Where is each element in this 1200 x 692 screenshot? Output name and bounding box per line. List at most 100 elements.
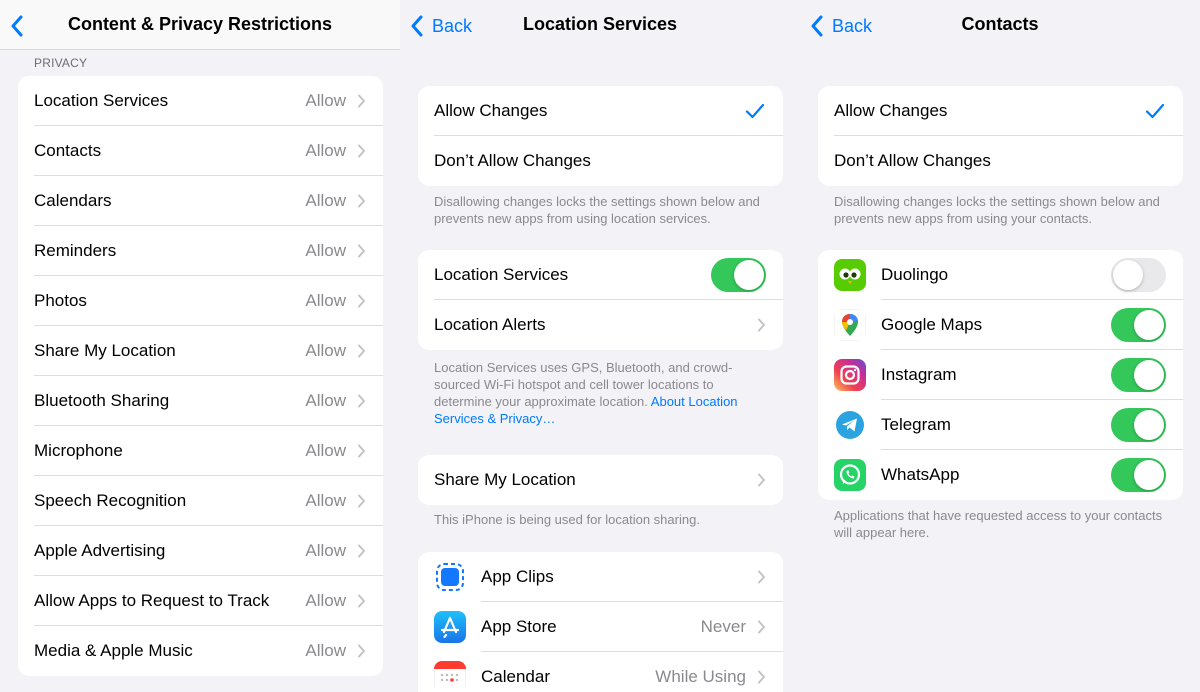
chevron-right-icon: [758, 318, 765, 332]
chevron-right-icon: [358, 594, 365, 608]
calendar-icon: [434, 661, 466, 692]
chevron-right-icon: [358, 294, 365, 308]
row-value: Allow: [305, 591, 346, 610]
page-title: Contacts: [961, 14, 1039, 34]
row-label: Share My Location: [434, 470, 576, 489]
chevron-right-icon: [758, 670, 765, 684]
row-label: Location Alerts: [434, 315, 546, 334]
page-title: Content & Privacy Restrictions: [67, 14, 333, 34]
page-title: Location Services: [522, 14, 678, 34]
row-value: Allow: [305, 291, 346, 310]
chevron-right-icon: [358, 144, 365, 158]
row-label: Google Maps: [881, 315, 983, 334]
row-value: Allow: [305, 191, 346, 210]
instagram-toggle[interactable]: [1111, 358, 1166, 392]
location-footnote: Location Services uses GPS, Bluetooth, a…: [434, 359, 764, 427]
row-label: Location Services: [434, 265, 569, 284]
option-allow-changes[interactable]: Allow Changes: [818, 86, 1183, 136]
changes-options: Allow Changes Don’t Allow Changes: [418, 86, 783, 186]
row-value: Allow: [305, 641, 346, 660]
row-label: Allow Changes: [434, 101, 548, 120]
chevron-right-icon: [358, 244, 365, 258]
option-dont-allow-changes[interactable]: Don’t Allow Changes: [818, 136, 1183, 186]
privacy-row-location-services[interactable]: Location Services Allow: [18, 76, 383, 126]
changes-footnote: Disallowing changes locks the settings s…: [834, 194, 1160, 226]
row-label: App Clips: [481, 567, 554, 586]
app-row-whatsapp: WhatsApp: [818, 450, 1183, 500]
privacy-row-microphone[interactable]: Microphone Allow: [18, 426, 383, 476]
contacts-app-list: Duolingo Google Maps Instagram Telegram …: [818, 250, 1183, 500]
row-label: Bluetooth Sharing: [34, 391, 170, 410]
row-value: While Using: [655, 667, 746, 686]
row-value: Allow: [305, 91, 346, 110]
app-location-list: App Clips App Store Never Calendar While U…: [418, 552, 783, 692]
row-label: Photos: [34, 291, 87, 310]
privacy-row-calendars[interactable]: Calendars Allow: [18, 176, 383, 226]
option-allow-changes[interactable]: Allow Changes: [418, 86, 783, 136]
chevron-right-icon: [358, 94, 365, 108]
content-privacy-panel: Content & Privacy Restrictions PRIVACY L…: [0, 0, 400, 692]
row-label: Microphone: [34, 441, 123, 460]
row-label: Instagram: [881, 365, 957, 384]
location-services-toggle[interactable]: [711, 258, 766, 292]
row-label: Contacts: [34, 141, 102, 160]
whatsapp-icon: [834, 459, 866, 491]
chevron-right-icon: [358, 494, 365, 508]
app-row-duolingo: Duolingo: [818, 250, 1183, 300]
privacy-row-apple-advertising[interactable]: Apple Advertising Allow: [18, 526, 383, 576]
location-settings: Location Services Location Alerts: [418, 250, 783, 350]
changes-footnote: Disallowing changes locks the settings s…: [434, 194, 760, 226]
chevron-right-icon: [358, 544, 365, 558]
privacy-row-request-to-track[interactable]: Allow Apps to Request to Track Allow: [18, 576, 383, 626]
app-row-app-store[interactable]: App Store Never: [418, 602, 783, 652]
row-value: Allow: [305, 541, 346, 560]
duolingo-icon: [834, 259, 866, 291]
nav-bar: Content & Privacy Restrictions: [0, 0, 400, 50]
privacy-row-share-my-location[interactable]: Share My Location Allow: [18, 326, 383, 376]
row-label: Calendars: [34, 191, 112, 210]
privacy-row-photos[interactable]: Photos Allow: [18, 276, 383, 326]
telegram-icon: [834, 409, 866, 441]
privacy-row-reminders[interactable]: Reminders Allow: [18, 226, 383, 276]
app-row-calendar[interactable]: Calendar While Using: [418, 652, 783, 692]
row-value: Allow: [305, 141, 346, 160]
app-row-app-clips[interactable]: App Clips: [418, 552, 783, 602]
chevron-right-icon: [358, 644, 365, 658]
row-label: Share My Location: [34, 341, 176, 360]
duolingo-toggle[interactable]: [1111, 258, 1166, 292]
app-row-google-maps: Google Maps: [818, 300, 1183, 350]
checkmark-icon: [1145, 103, 1165, 119]
row-label: Allow Apps to Request to Track: [34, 591, 270, 610]
telegram-toggle[interactable]: [1111, 408, 1166, 442]
location-alerts-row[interactable]: Location Alerts: [418, 300, 783, 350]
privacy-row-speech-recognition[interactable]: Speech Recognition Allow: [18, 476, 383, 526]
app-clips-icon: [434, 561, 466, 593]
row-value: Allow: [305, 241, 346, 260]
chevron-right-icon: [758, 570, 765, 584]
row-label: Don’t Allow Changes: [434, 151, 591, 170]
share-my-location-row[interactable]: Share My Location: [418, 455, 783, 505]
privacy-row-media-apple-music[interactable]: Media & Apple Music Allow: [18, 626, 383, 676]
row-value: Allow: [305, 491, 346, 510]
location-services-row: Location Services: [418, 250, 783, 300]
location-services-panel: Back Location Services Allow Changes Don…: [400, 0, 800, 692]
privacy-row-bluetooth-sharing[interactable]: Bluetooth Sharing Allow: [18, 376, 383, 426]
chevron-right-icon: [358, 194, 365, 208]
google-maps-toggle[interactable]: [1111, 308, 1166, 342]
privacy-row-contacts[interactable]: Contacts Allow: [18, 126, 383, 176]
row-value: Allow: [305, 441, 346, 460]
google-maps-icon: [834, 309, 866, 341]
checkmark-icon: [745, 103, 765, 119]
row-label: Duolingo: [881, 265, 949, 284]
whatsapp-toggle[interactable]: [1111, 458, 1166, 492]
contacts-panel: Back Contacts Allow Changes Don’t Allow …: [800, 0, 1200, 692]
option-dont-allow-changes[interactable]: Don’t Allow Changes: [418, 136, 783, 186]
row-label: Don’t Allow Changes: [834, 151, 991, 170]
share-location-group: Share My Location: [418, 455, 783, 505]
row-value: Allow: [305, 341, 346, 360]
share-footnote: This iPhone is being used for location s…: [434, 512, 700, 527]
row-label: Calendar: [481, 667, 550, 686]
row-label: WhatsApp: [881, 465, 960, 484]
nav-bar: Back Contacts: [800, 0, 1200, 50]
row-label: App Store: [481, 617, 557, 636]
